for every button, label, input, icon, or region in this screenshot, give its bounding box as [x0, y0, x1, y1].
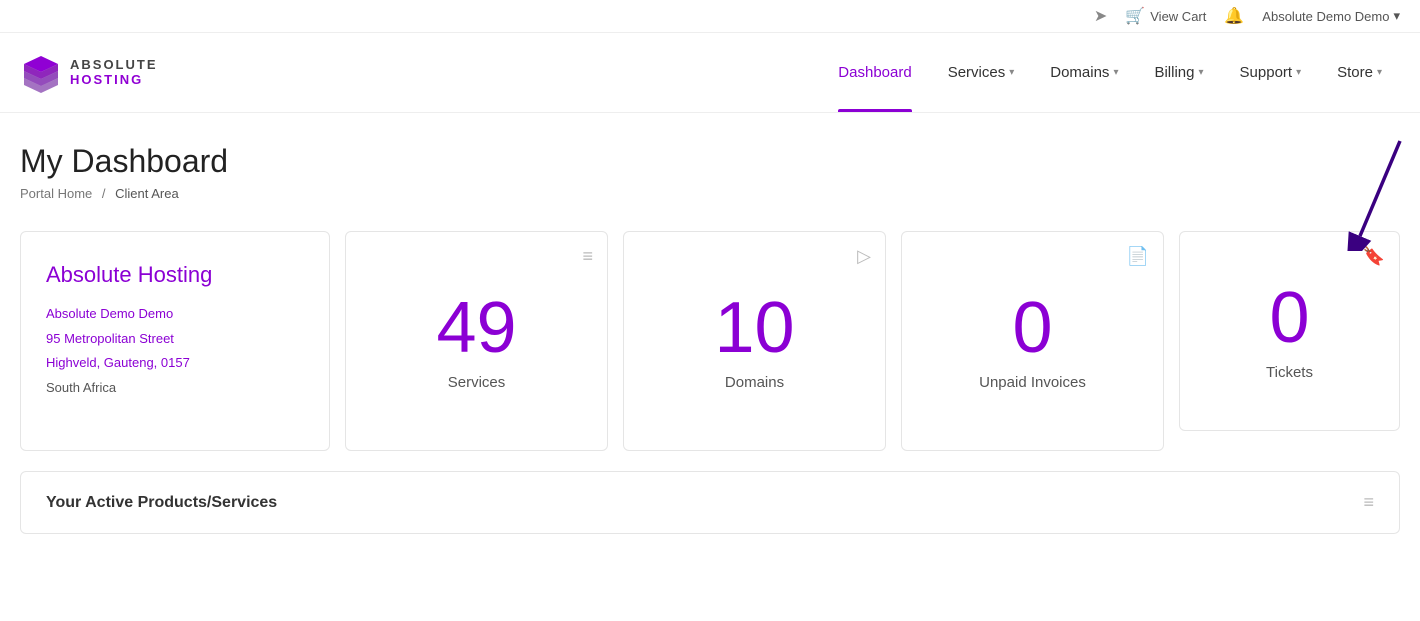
page-title: My Dashboard: [20, 143, 1400, 180]
stat-card-services[interactable]: ≡ 49 Services: [345, 231, 608, 451]
domains-count: 10: [714, 292, 794, 364]
stats-row: Absolute Hosting Absolute Demo Demo 95 M…: [20, 231, 1400, 451]
user-menu[interactable]: Absolute Demo Demo ▾: [1262, 8, 1400, 24]
breadcrumb-separator: /: [102, 186, 106, 201]
view-cart-label: View Cart: [1150, 9, 1206, 24]
stat-card-domains[interactable]: ▷ 10 Domains: [623, 231, 886, 451]
invoices-count: 0: [1012, 292, 1052, 364]
services-icon: ≡: [582, 246, 593, 267]
logo-text: ABSOLUTE HOSTING: [70, 58, 158, 87]
notification-icon[interactable]: 🔔: [1224, 6, 1244, 26]
user-chevron-icon: ▾: [1393, 8, 1400, 24]
main-content: My Dashboard Portal Home / Client Area A…: [0, 113, 1420, 554]
account-address: 95 Metropolitan Street: [46, 327, 304, 352]
logo-top: ABSOLUTE: [70, 58, 158, 72]
section-title: Your Active Products/Services: [46, 494, 277, 512]
chevron-down-icon: ▾: [1113, 67, 1118, 78]
account-card: Absolute Hosting Absolute Demo Demo 95 M…: [20, 231, 330, 451]
account-country: South Africa: [46, 376, 304, 401]
nav-domains[interactable]: Domains ▾: [1032, 33, 1136, 112]
stat-card-invoices[interactable]: 📄 0 Unpaid Invoices: [901, 231, 1164, 451]
account-region: Highveld, Gauteng, 0157: [46, 351, 304, 376]
logo-icon: [20, 52, 62, 94]
tickets-icon: 🔖: [1363, 246, 1385, 267]
tickets-label: Tickets: [1266, 364, 1313, 381]
stat-card-tickets-wrapper: 🔖 0 Tickets: [1179, 231, 1400, 451]
chevron-down-icon: ▾: [1009, 67, 1014, 78]
view-cart-link[interactable]: 🛒 View Cart: [1125, 6, 1206, 26]
domains-icon: ▷: [857, 246, 871, 267]
services-count: 49: [436, 292, 516, 364]
tickets-count: 0: [1269, 282, 1309, 354]
invoices-label: Unpaid Invoices: [979, 374, 1086, 391]
section-menu-icon[interactable]: ≡: [1363, 492, 1374, 513]
nav-links: Dashboard Services ▾ Domains ▾ Billing ▾…: [820, 33, 1400, 112]
nav-store[interactable]: Store ▾: [1319, 33, 1400, 112]
breadcrumb-current: Client Area: [115, 186, 179, 201]
breadcrumb-home[interactable]: Portal Home: [20, 186, 92, 201]
chevron-down-icon: ▾: [1296, 67, 1301, 78]
account-info: Absolute Demo Demo 95 Metropolitan Stree…: [46, 302, 304, 401]
logo[interactable]: ABSOLUTE HOSTING: [20, 52, 158, 94]
active-products-section: Your Active Products/Services ≡: [20, 471, 1400, 534]
top-bar: ➤ 🛒 View Cart 🔔 Absolute Demo Demo ▾: [0, 0, 1420, 33]
logo-bottom: HOSTING: [70, 73, 158, 87]
cart-icon: 🛒: [1125, 6, 1145, 26]
stat-card-tickets[interactable]: 🔖 0 Tickets: [1179, 231, 1400, 431]
section-header: Your Active Products/Services ≡: [46, 492, 1374, 513]
account-name: Absolute Demo Demo: [46, 302, 304, 327]
nav-support[interactable]: Support ▾: [1222, 33, 1320, 112]
nav-billing[interactable]: Billing ▾: [1136, 33, 1221, 112]
nav-services[interactable]: Services ▾: [930, 33, 1033, 112]
navbar: ABSOLUTE HOSTING Dashboard Services ▾ Do…: [0, 33, 1420, 113]
nav-dashboard[interactable]: Dashboard: [820, 33, 929, 112]
breadcrumb: Portal Home / Client Area: [20, 186, 1400, 201]
chevron-down-icon: ▾: [1377, 67, 1382, 78]
invoices-icon: 📄: [1127, 246, 1149, 267]
user-name: Absolute Demo Demo: [1262, 9, 1389, 24]
account-title: Absolute Hosting: [46, 262, 304, 288]
services-label: Services: [448, 374, 506, 391]
chevron-down-icon: ▾: [1199, 67, 1204, 78]
share-icon: ➤: [1094, 6, 1107, 26]
domains-label: Domains: [725, 374, 784, 391]
